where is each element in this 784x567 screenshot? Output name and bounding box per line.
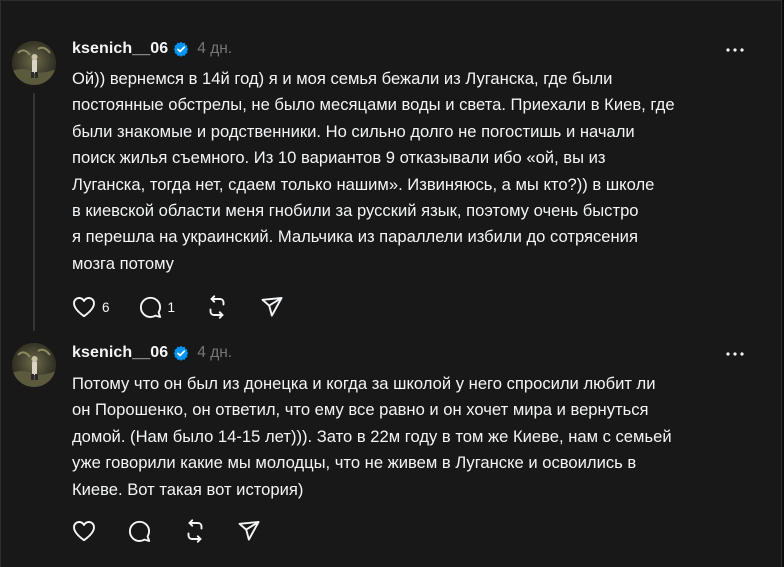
- comment-button[interactable]: [128, 518, 151, 544]
- comment-button[interactable]: 1: [139, 294, 176, 320]
- like-button[interactable]: [72, 518, 96, 544]
- post-text-line: Луганска, тогда нет, сдаем только нашим»…: [72, 174, 655, 194]
- comment-icon: [128, 520, 151, 543]
- avatar[interactable]: [12, 343, 56, 387]
- more-options-icon[interactable]: [725, 40, 745, 60]
- post-text-line: были знакомые и родственники. Но сильно …: [72, 121, 635, 141]
- more-options-icon[interactable]: [725, 344, 745, 364]
- avatar-image: [12, 343, 56, 387]
- username[interactable]: ksenich__06: [72, 344, 168, 362]
- post-actions: 6 1: [72, 294, 283, 320]
- post-actions: [72, 518, 260, 544]
- post-text-line: поиск жилья съемного. Из 10 вариантов 9 …: [72, 148, 606, 168]
- post-time: 4 дн.: [197, 344, 233, 361]
- like-button[interactable]: 6: [72, 294, 110, 320]
- thread-panel: ksenich__06 4 дн. Ой)) вернемся в 14й го…: [0, 0, 782, 567]
- post-text: Потому что он был из донецка и когда за …: [72, 371, 752, 503]
- avatar-image: [12, 41, 56, 85]
- post-text-line: я перешла на украинский. Мальчика из пар…: [72, 227, 638, 247]
- post-text-line: постоянные обстрелы, не было месяцами во…: [72, 95, 675, 115]
- verified-badge-icon: [173, 41, 189, 57]
- post-text-line: он Порошенко, он ответил, что ему все ра…: [72, 400, 649, 420]
- share-icon: [261, 296, 283, 318]
- post-text-line: уже говорили какие мы молодцы, что не жи…: [72, 453, 637, 473]
- post-text-line: Потому что он был из донецка и когда за …: [72, 374, 656, 393]
- share-icon: [238, 520, 260, 542]
- thread-line: [33, 93, 35, 331]
- avatar[interactable]: [12, 41, 56, 85]
- post-text-line: Ой)) вернемся в 14й год) я и моя семья б…: [72, 69, 613, 88]
- post-text-line: Киеве. Вот такая вот история): [72, 479, 304, 499]
- post-text: Ой)) вернемся в 14й год) я и моя семья б…: [72, 66, 752, 277]
- like-count: 6: [102, 299, 110, 315]
- username[interactable]: ksenich__06: [72, 40, 168, 58]
- repost-button[interactable]: [205, 294, 229, 320]
- post-header: ksenich__06 4 дн.: [72, 343, 232, 363]
- post-text-line: домой. (Нам было 14-15 лет))). Зато в 22…: [72, 426, 672, 446]
- post-text-line: мозга потому: [72, 253, 174, 273]
- heart-icon: [72, 520, 96, 542]
- repost-icon: [205, 295, 229, 319]
- reply-count: 1: [167, 299, 176, 315]
- heart-icon: [72, 296, 96, 318]
- post-text-line: в киевской области меня гнобили за русск…: [72, 201, 639, 221]
- post-time: 4 дн.: [197, 40, 233, 57]
- share-button[interactable]: [261, 294, 283, 320]
- repost-icon: [183, 519, 207, 543]
- post-header: ksenich__06 4 дн.: [72, 39, 232, 59]
- share-button[interactable]: [238, 518, 260, 544]
- verified-badge-icon: [173, 345, 189, 361]
- repost-button[interactable]: [183, 518, 207, 544]
- comment-icon: [139, 296, 162, 319]
